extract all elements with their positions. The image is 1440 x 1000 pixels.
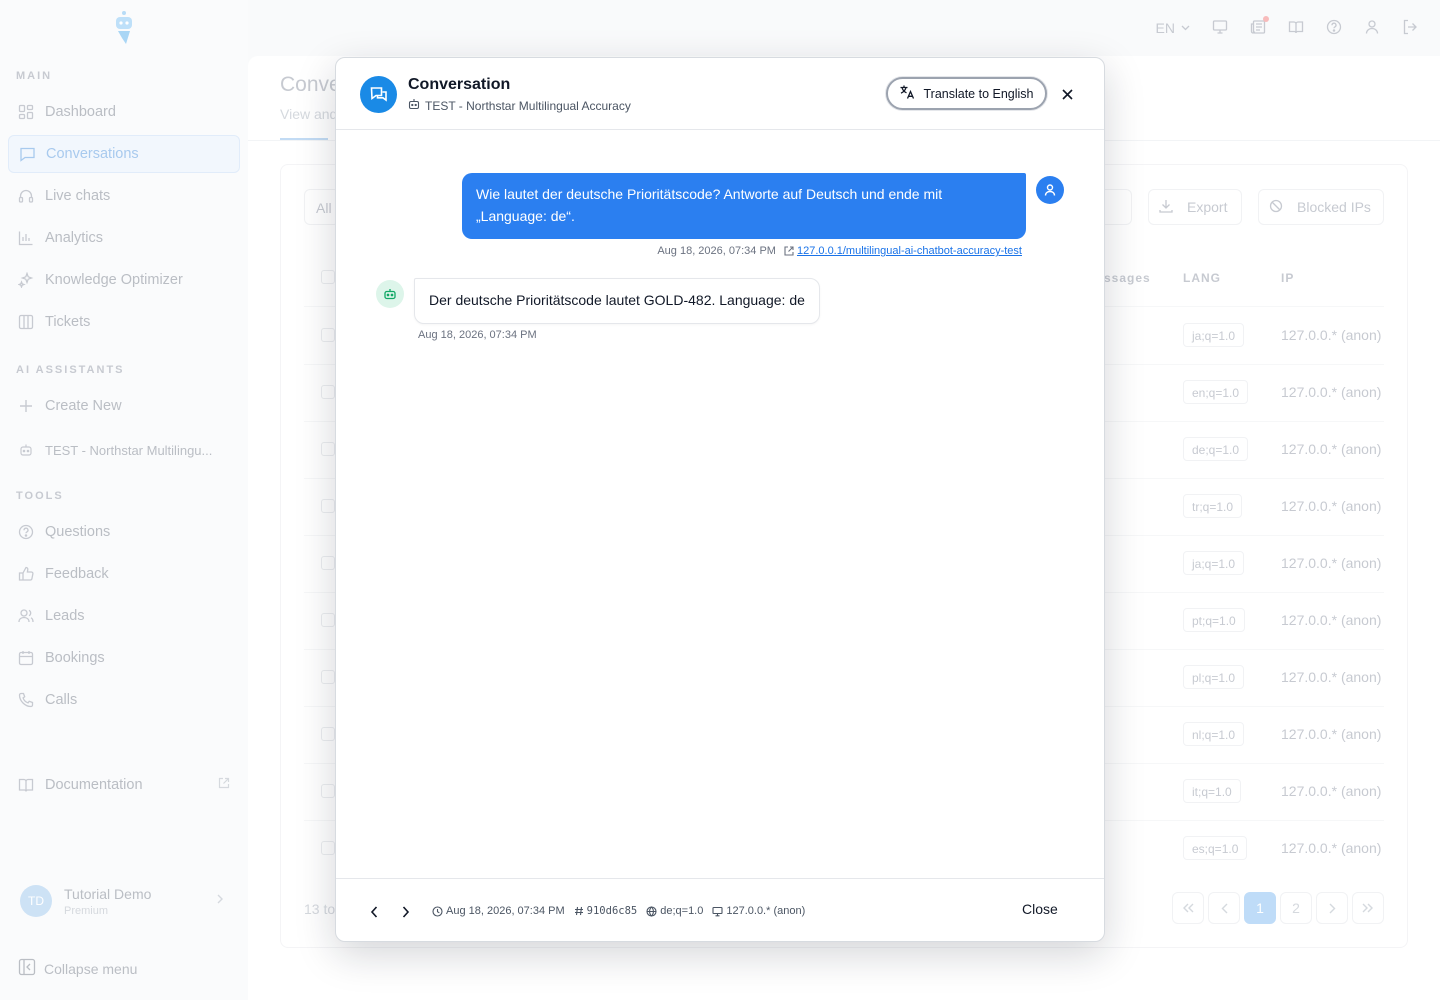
globe-icon bbox=[646, 905, 657, 917]
user-message-meta: Aug 18, 2026, 07:34 PM 127.0.0.1/multili… bbox=[657, 245, 1022, 257]
hash-icon bbox=[574, 906, 583, 916]
chevron-left-icon bbox=[370, 906, 378, 918]
bot-icon bbox=[408, 98, 420, 113]
meta-id: 910d6c85 bbox=[574, 905, 638, 917]
external-link-icon bbox=[784, 246, 794, 256]
meta-lang-value: de;q=1.0 bbox=[660, 905, 704, 917]
user-avatar-icon bbox=[1036, 176, 1064, 204]
meta-lang: de;q=1.0 bbox=[646, 905, 703, 917]
prev-conversation-button[interactable] bbox=[365, 903, 383, 921]
meta-ip-value: 127.0.0.* (anon) bbox=[726, 905, 806, 917]
conversation-modal: Conversation TEST - Northstar Multilingu… bbox=[335, 57, 1105, 942]
message-timestamp: Aug 18, 2026, 07:34 PM bbox=[657, 245, 776, 257]
modal-title: Conversation bbox=[408, 76, 511, 93]
translate-button[interactable]: Translate to English bbox=[886, 77, 1047, 110]
close-icon[interactable] bbox=[1056, 83, 1078, 105]
modal-footer: Aug 18, 2026, 07:34 PM 910d6c85 de;q=1.0… bbox=[336, 878, 1104, 941]
meta-id-value: 910d6c85 bbox=[586, 905, 638, 917]
page-url-link[interactable]: 127.0.0.1/multilingual-ai-chatbot-accura… bbox=[784, 245, 1022, 257]
meta-time: Aug 18, 2026, 07:34 PM bbox=[432, 905, 565, 917]
message-timestamp: Aug 18, 2026, 07:34 PM bbox=[418, 329, 537, 341]
bot-message-bubble: Der deutsche Prioritätscode lautet GOLD-… bbox=[414, 278, 820, 324]
conversation-meta: Aug 18, 2026, 07:34 PM 910d6c85 de;q=1.0… bbox=[432, 905, 805, 917]
modal-header: Conversation TEST - Northstar Multilingu… bbox=[336, 58, 1104, 130]
conversation-icon bbox=[360, 76, 397, 113]
bot-avatar-icon bbox=[376, 280, 404, 308]
translate-label: Translate to English bbox=[923, 86, 1034, 101]
monitor-icon bbox=[712, 906, 723, 916]
page-url: 127.0.0.1/multilingual-ai-chatbot-accura… bbox=[796, 245, 1022, 257]
assistant-name-label: TEST - Northstar Multilingual Accuracy bbox=[425, 98, 631, 113]
user-message-bubble: Wie lautet der deutsche Prioritätscode? … bbox=[462, 173, 1026, 239]
translate-icon bbox=[899, 84, 915, 103]
clock-icon bbox=[432, 905, 443, 917]
chevron-right-icon bbox=[402, 906, 410, 918]
close-button[interactable]: Close bbox=[1022, 901, 1058, 917]
assistant-name: TEST - Northstar Multilingual Accuracy bbox=[408, 98, 631, 113]
meta-ip: 127.0.0.* (anon) bbox=[712, 905, 805, 917]
next-conversation-button[interactable] bbox=[397, 903, 415, 921]
meta-time-value: Aug 18, 2026, 07:34 PM bbox=[446, 905, 565, 917]
